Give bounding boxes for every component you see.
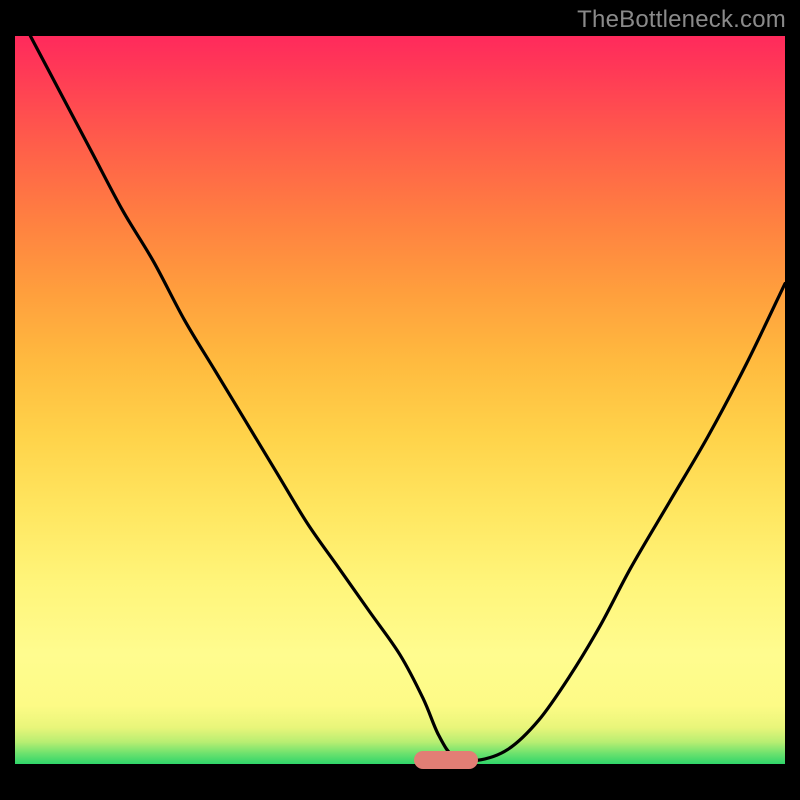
optimal-point-marker — [414, 751, 478, 769]
bottleneck-curve — [15, 36, 785, 764]
watermark-text: TheBottleneck.com — [577, 6, 786, 34]
plot-area — [15, 36, 785, 764]
chart-frame: TheBottleneck.com — [0, 0, 800, 800]
